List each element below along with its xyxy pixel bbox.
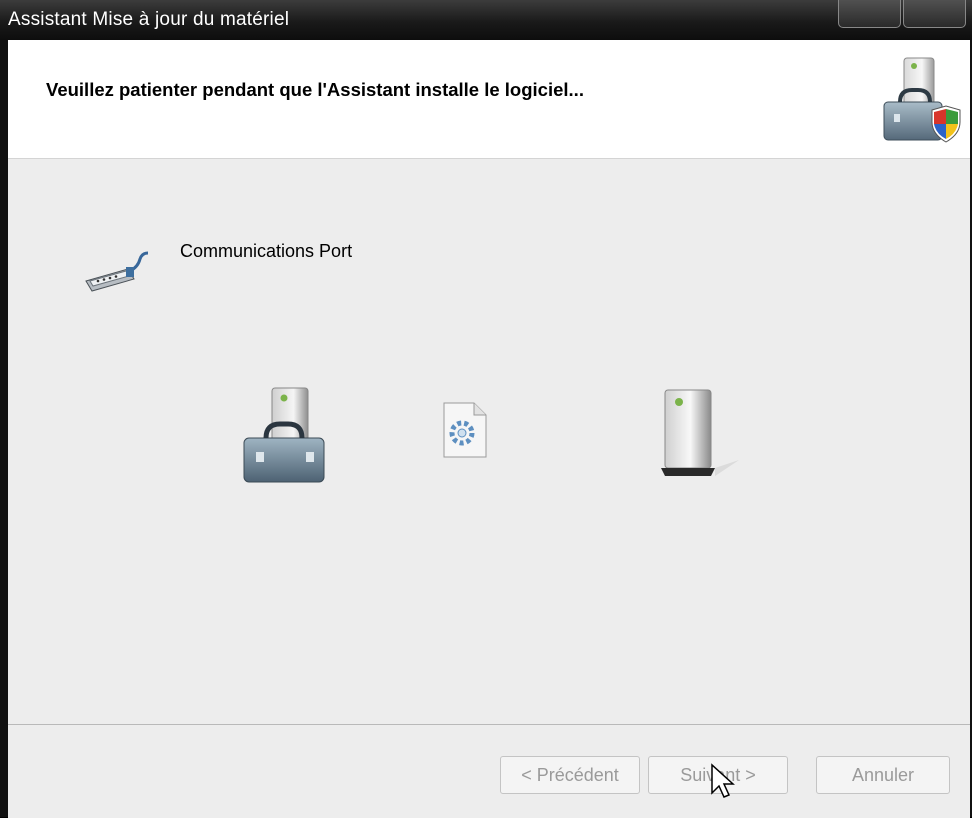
computer-icon	[661, 389, 739, 476]
wizard-header: Veuillez patienter pendant que l'Assista…	[8, 40, 970, 159]
setup-file-icon	[443, 402, 487, 458]
toolbox-shield-icon	[883, 57, 961, 143]
previous-button[interactable]: < Précédent	[500, 756, 640, 794]
window-title: Assistant Mise à jour du matériel	[8, 9, 290, 30]
cancel-button[interactable]: Annuler	[816, 756, 950, 794]
window-controls	[838, 0, 966, 30]
page-title: Veuillez patienter pendant que l'Assista…	[46, 79, 584, 100]
communications-port-icon	[85, 251, 149, 292]
hardware-update-wizard-window: Assistant Mise à jour du matériel Veuill…	[0, 0, 972, 818]
minimize-button[interactable]	[838, 0, 901, 28]
mouse-pointer-icon	[711, 763, 735, 798]
wizard-content: Communications Port	[8, 159, 970, 724]
close-button[interactable]	[903, 0, 966, 28]
toolbox-computer-icon	[243, 387, 325, 483]
wizard-footer: < Précédent Suivant > Annuler	[8, 724, 970, 818]
device-name: Communications Port	[180, 241, 353, 261]
title-bar[interactable]: Assistant Mise à jour du matériel	[0, 0, 972, 41]
window-frame-left	[0, 40, 8, 817]
